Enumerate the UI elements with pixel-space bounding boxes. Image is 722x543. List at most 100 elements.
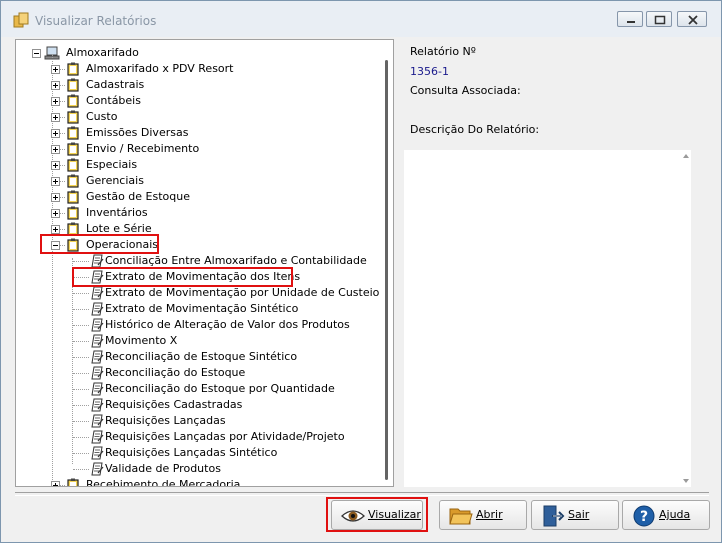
collapse-icon[interactable] <box>32 49 41 58</box>
report-icon <box>91 286 104 300</box>
close-icon <box>688 15 698 25</box>
ajuda-button[interactable]: ? Ajuda <box>622 500 710 530</box>
clipboard-icon <box>67 62 79 76</box>
ajuda-label: Ajuda <box>659 508 691 521</box>
report-icon <box>91 254 104 268</box>
report-icon <box>91 398 104 412</box>
tree-category-label: Especiais <box>86 158 138 171</box>
sair-button[interactable]: Sair <box>531 500 619 530</box>
app-icon <box>13 12 29 28</box>
expand-icon[interactable] <box>51 209 60 218</box>
description-label: Descrição Do Relatório: <box>410 123 540 136</box>
tree-branch-line <box>73 421 89 422</box>
help-icon: ? <box>633 505 655 527</box>
expand-icon[interactable] <box>51 161 60 170</box>
report-icon <box>91 318 104 332</box>
expand-icon[interactable] <box>51 113 60 122</box>
report-tree-panel: Almoxarifado Almoxarifado x PDV Resort Ca… <box>15 39 394 487</box>
tree-report-item[interactable]: Reconciliação do Estoque por Quantidade <box>16 381 376 397</box>
tree-report-item[interactable]: Extrato de Movimentação Sintético <box>16 301 376 317</box>
tree-branch-line <box>73 373 89 374</box>
tree-branch-line <box>73 405 89 406</box>
tree-report-label: Extrato de Movimentação por Unidade de C… <box>105 286 380 299</box>
tree-category[interactable]: Especiais <box>16 157 376 173</box>
tree-category[interactable]: Contábeis <box>16 93 376 109</box>
tree-category-label: Contábeis <box>86 94 141 107</box>
highlight-operacionais <box>40 234 159 254</box>
description-box[interactable] <box>404 150 691 487</box>
tree-category[interactable]: Gerenciais <box>16 173 376 189</box>
tree-root-almoxarifado[interactable]: Almoxarifado <box>16 45 376 61</box>
minimize-button[interactable] <box>617 11 643 27</box>
report-icon <box>91 334 104 348</box>
report-tree[interactable]: Almoxarifado Almoxarifado x PDV Resort Ca… <box>16 40 384 486</box>
clipboard-icon <box>67 78 79 92</box>
tree-branch-line <box>73 309 89 310</box>
tree-report-label: Reconciliação do Estoque por Quantidade <box>105 382 335 395</box>
tree-branch-line <box>73 389 89 390</box>
tree-report-item[interactable]: Reconciliação de Estoque Sintético <box>16 349 376 365</box>
minimize-icon <box>627 21 635 23</box>
tree-category[interactable]: Recebimento de Mercadoria <box>16 477 376 486</box>
tree-report-item[interactable]: Requisições Lançadas Sintético <box>16 445 376 461</box>
tree-category[interactable]: Gestão de Estoque <box>16 189 376 205</box>
clipboard-icon <box>67 142 79 156</box>
tree-report-item[interactable]: Requisições Lançadas <box>16 413 376 429</box>
expand-icon[interactable] <box>51 81 60 90</box>
report-icon <box>91 382 104 396</box>
tree-report-item[interactable]: Histórico de Alteração de Valor dos Prod… <box>16 317 376 333</box>
tree-report-item[interactable]: Reconciliação do Estoque <box>16 365 376 381</box>
report-icon <box>91 350 104 364</box>
tree-category-label: Inventários <box>86 206 148 219</box>
maximize-icon <box>654 15 666 25</box>
tree-category[interactable]: Almoxarifado x PDV Resort <box>16 61 376 77</box>
tree-report-label: Requisições Lançadas <box>105 414 226 427</box>
tree-report-item[interactable]: Extrato de Movimentação por Unidade de C… <box>16 285 380 301</box>
tree-category-label: Envio / Recebimento <box>86 142 200 155</box>
report-icon <box>91 462 104 476</box>
close-button[interactable] <box>677 11 707 27</box>
report-icon <box>91 446 104 460</box>
expand-icon[interactable] <box>51 65 60 74</box>
expand-icon[interactable] <box>51 225 60 234</box>
tree-report-item[interactable]: Movimento X <box>16 333 376 349</box>
expand-icon[interactable] <box>51 481 60 486</box>
report-icon <box>91 366 104 380</box>
tree-report-item[interactable]: Requisições Lançadas por Atividade/Proje… <box>16 429 376 445</box>
expand-icon[interactable] <box>51 177 60 186</box>
expand-icon[interactable] <box>51 97 60 106</box>
tree-report-item[interactable]: Requisições Cadastradas <box>16 397 376 413</box>
tree-category-label: Custo <box>86 110 118 123</box>
tree-branch-line <box>73 469 89 470</box>
abrir-button[interactable]: Abrir <box>439 500 527 530</box>
clipboard-icon <box>67 126 79 140</box>
tree-category[interactable]: Cadastrais <box>16 77 376 93</box>
tree-category-label: Gestão de Estoque <box>86 190 190 203</box>
tree-category-label: Emissões Diversas <box>86 126 189 139</box>
clipboard-icon <box>67 174 79 188</box>
tree-scrollbar-thumb[interactable] <box>385 60 388 480</box>
associated-query-label: Consulta Associada: <box>410 84 521 97</box>
maximize-button[interactable] <box>646 11 672 27</box>
tree-report-label: Extrato de Movimentação Sintético <box>105 302 299 315</box>
report-icon <box>91 430 104 444</box>
tree-branch-line <box>73 341 89 342</box>
clipboard-icon <box>67 94 79 108</box>
tree-report-label: Requisições Cadastradas <box>105 398 243 411</box>
tree-category[interactable]: Envio / Recebimento <box>16 141 376 157</box>
description-scrollbar[interactable] <box>682 153 690 485</box>
report-icon <box>91 302 104 316</box>
expand-icon[interactable] <box>51 129 60 138</box>
tree-category[interactable]: Inventários <box>16 205 376 221</box>
tree-category[interactable]: Custo <box>16 109 376 125</box>
expand-icon[interactable] <box>51 193 60 202</box>
folder-open-icon <box>449 508 473 525</box>
tree-report-item[interactable]: Validade de Produtos <box>16 461 376 477</box>
title-bar[interactable]: Visualizar Relatórios <box>1 1 721 37</box>
tree-branch-line <box>73 357 89 358</box>
expand-icon[interactable] <box>51 145 60 154</box>
tree-scrollbar[interactable] <box>383 40 393 486</box>
clipboard-icon <box>67 478 79 486</box>
tree-category[interactable]: Emissões Diversas <box>16 125 376 141</box>
report-icon <box>91 414 104 428</box>
